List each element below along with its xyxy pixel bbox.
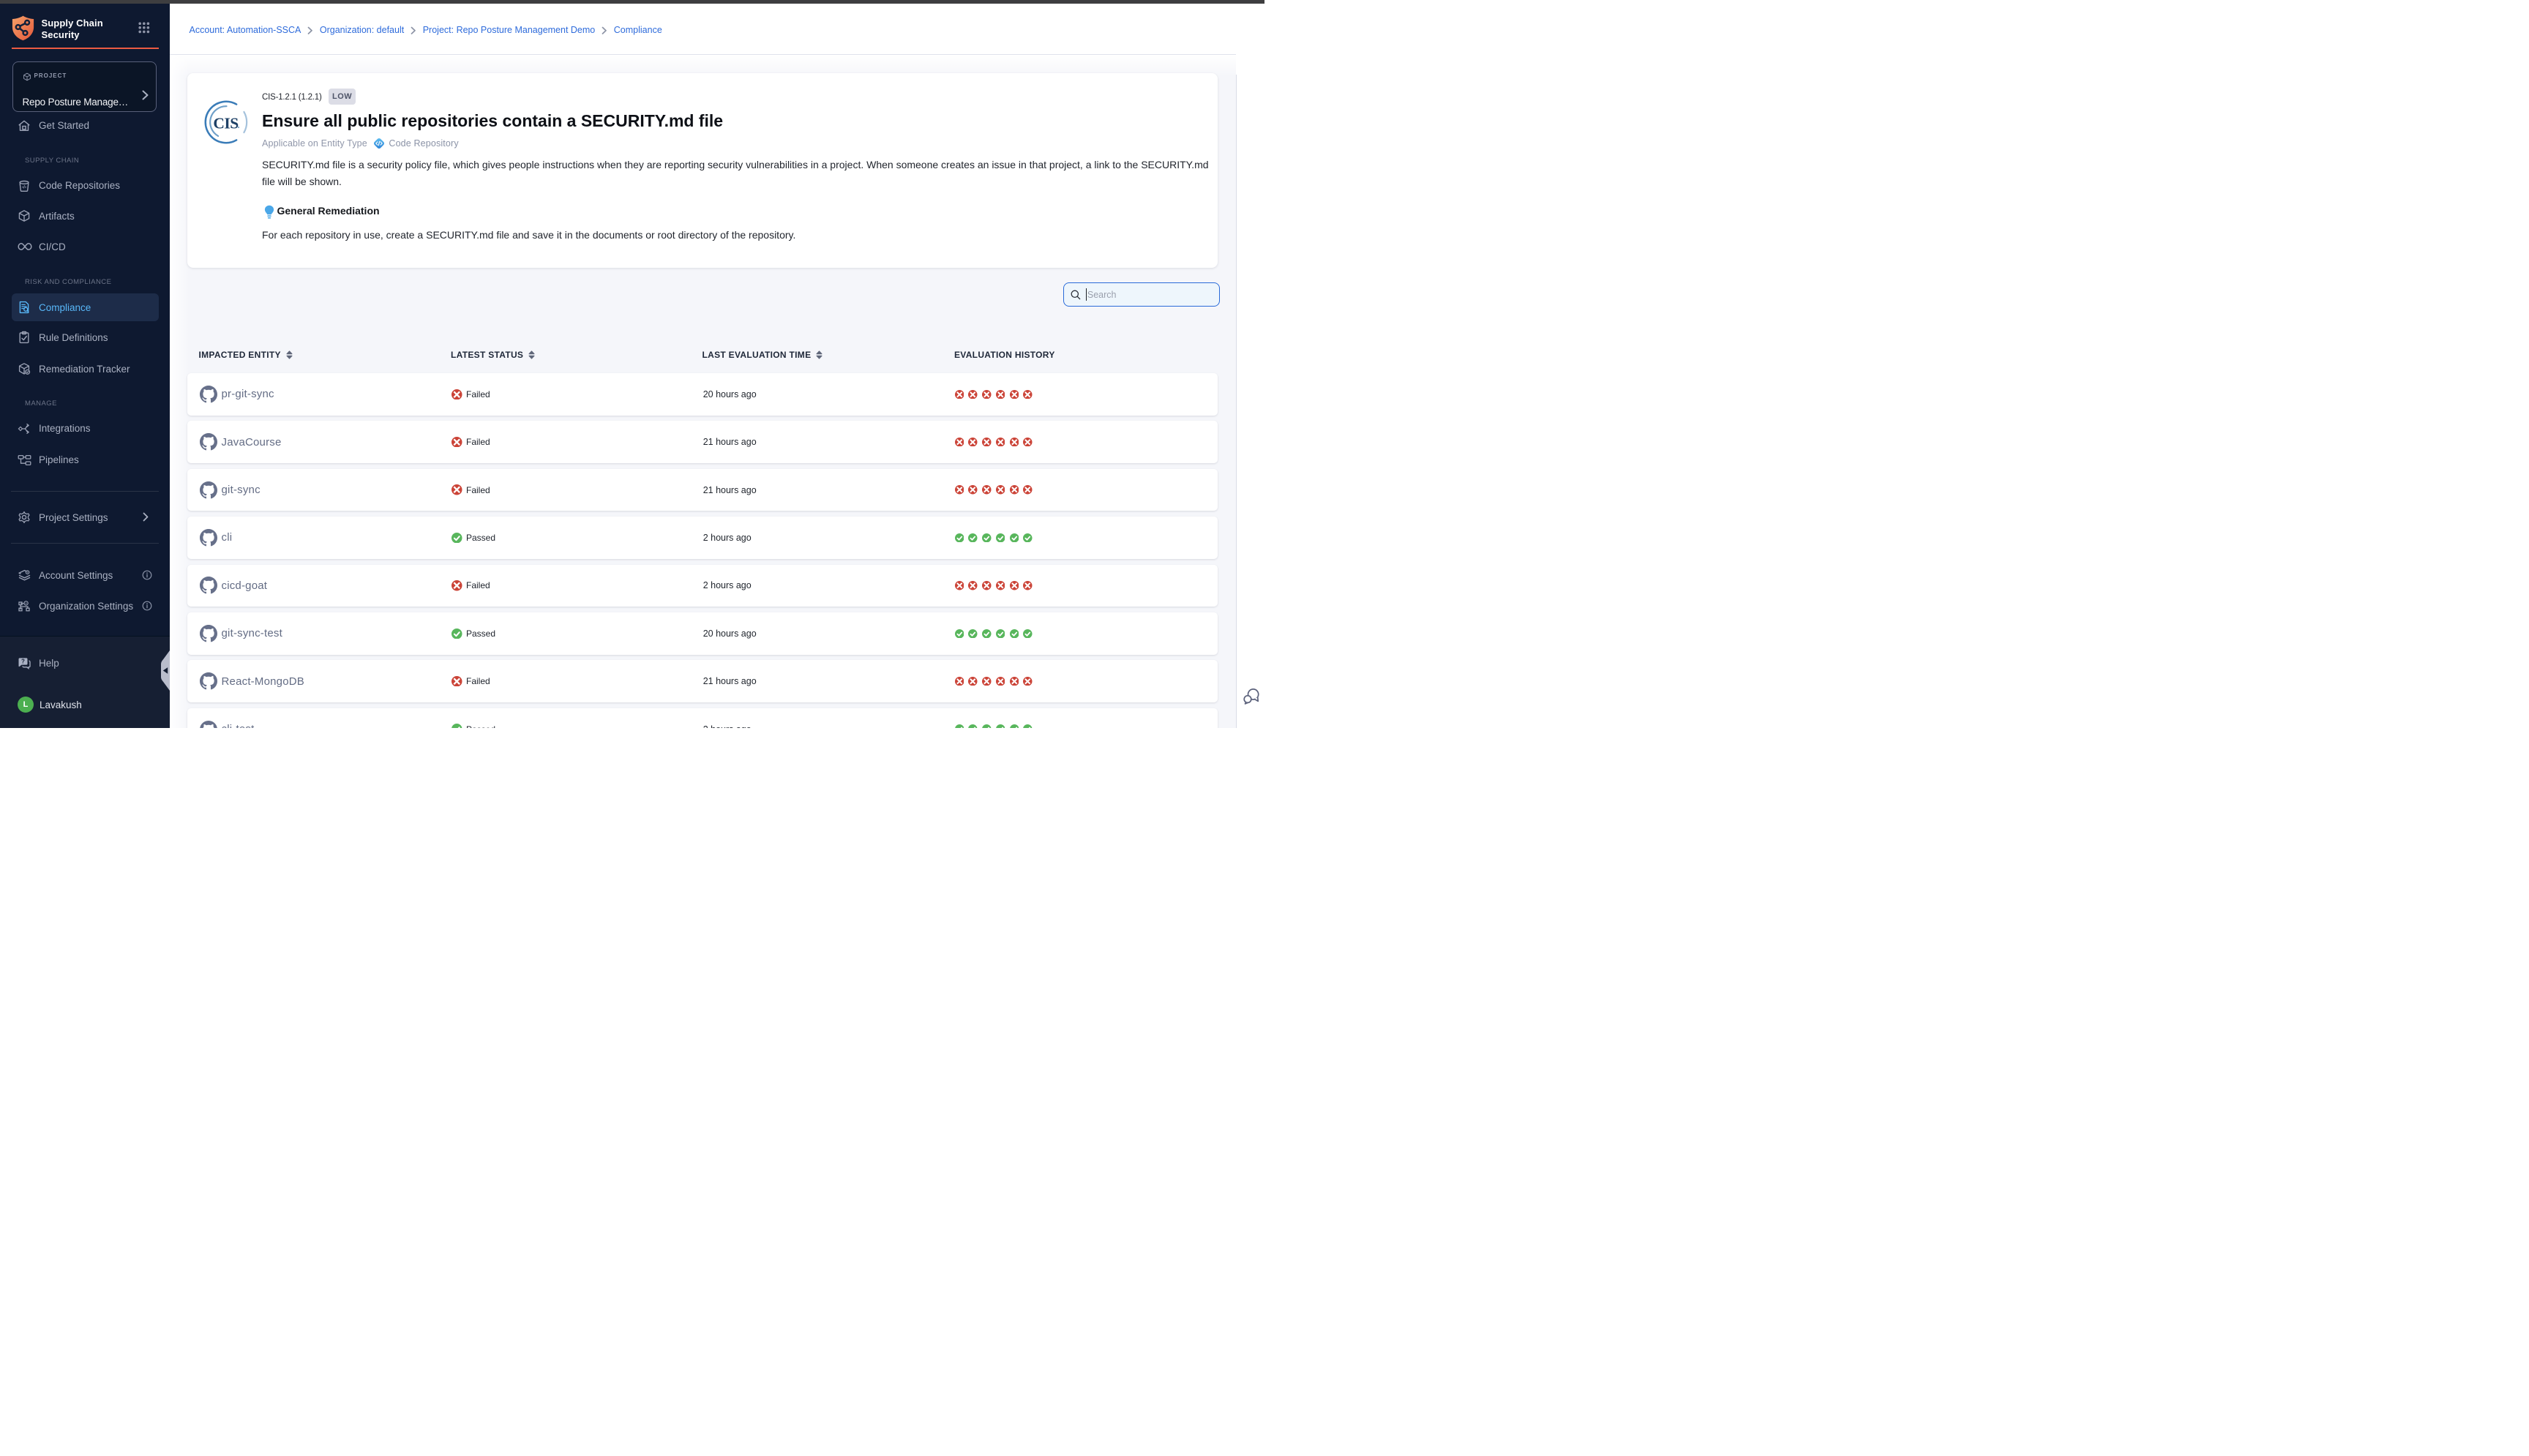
svg-text:‹/›: ‹/› [22, 184, 26, 189]
svg-text:CIS: CIS [213, 114, 239, 132]
svg-text:?: ? [21, 658, 25, 664]
